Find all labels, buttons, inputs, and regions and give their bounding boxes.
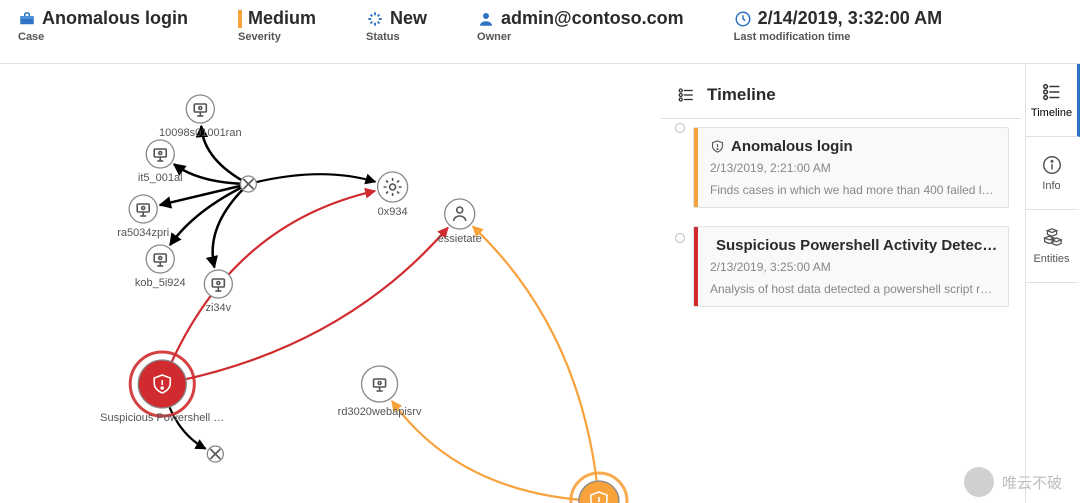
header-status: New Status [366, 8, 427, 43]
alert-date: 2/13/2019, 2:21:00 AM [710, 161, 996, 175]
alert-title: Anomalous login [710, 138, 996, 155]
graph-node-user[interactable] [445, 199, 475, 229]
graph-edge[interactable] [213, 184, 249, 267]
graph-node-host[interactable] [186, 95, 214, 123]
graph-node-expand[interactable] [240, 176, 256, 192]
graph-edge[interactable] [473, 226, 599, 501]
graph-node-label: rd3020webapisrv [338, 406, 422, 418]
timeline-icon [675, 84, 697, 106]
graph-edge[interactable] [160, 184, 249, 205]
entities-icon [1041, 227, 1063, 249]
graph-node-label: 10098s01001ran [159, 127, 242, 139]
timeline-node [675, 233, 685, 243]
case-header: Anomalous login Case Medium Severity New… [0, 0, 1080, 64]
header-owner: admin@contoso.com Owner [477, 8, 684, 43]
header-case: Anomalous login Case [18, 8, 188, 43]
tab-label: Info [1042, 180, 1060, 192]
timeline-icon [1041, 81, 1063, 103]
tab-timeline[interactable]: Timeline [1026, 64, 1080, 137]
header-severity: Medium Severity [238, 8, 316, 43]
alert-title: Suspicious Powershell Activity Detec… [710, 237, 996, 254]
info-icon [1041, 154, 1063, 176]
graph-node-expand[interactable] [207, 446, 223, 462]
shield-alert-icon [710, 139, 725, 154]
alert-date: 2/13/2019, 3:25:00 AM [710, 260, 996, 274]
graph-edge[interactable] [174, 164, 248, 184]
modified-label: Last modification time [734, 31, 942, 43]
severity-value: Medium [248, 8, 316, 29]
case-title: Anomalous login [42, 8, 188, 29]
graph-edge[interactable] [392, 401, 599, 501]
timeline-card[interactable]: Suspicious Powershell Activity Detec… 2/1… [693, 226, 1009, 307]
graph-node-host[interactable] [146, 140, 174, 168]
tab-label: Timeline [1031, 107, 1072, 119]
status-new-icon [366, 10, 384, 28]
graph-node-label: essietate [438, 233, 482, 245]
graph-node-label: Suspicious Powershell … [100, 412, 224, 424]
graph-node-label: ra5034zpri [117, 227, 169, 239]
severity-indicator-icon [238, 10, 242, 28]
graph-node-host[interactable] [146, 245, 174, 273]
graph-node-label: 0x934 [378, 206, 408, 218]
graph-node-host[interactable] [129, 195, 157, 223]
alert-summary: Finds cases in which we had more than 40… [710, 183, 996, 197]
graph-node-host[interactable] [204, 270, 232, 298]
timeline-panel: Timeline Anomalous login 2/13/2019, 2:21:… [661, 72, 1021, 503]
owner-label: Owner [477, 31, 684, 43]
right-rail: Timeline Info Entities [1025, 64, 1080, 503]
graph-node-alert[interactable] [571, 473, 627, 503]
graph-node-label: it5_001al [138, 172, 183, 184]
graph-node-process[interactable] [378, 172, 408, 202]
status-value: New [390, 8, 427, 29]
case-label: Case [18, 31, 188, 43]
briefcase-icon [18, 10, 36, 28]
alert-summary: Analysis of host data detected a powersh… [710, 282, 996, 296]
graph-node-label: kob_5i924 [135, 277, 186, 289]
severity-label: Severity [238, 31, 316, 43]
clock-icon [734, 10, 752, 28]
header-modified: 2/14/2019, 3:32:00 AM Last modification … [734, 8, 942, 43]
graph-edge[interactable] [248, 174, 375, 184]
status-label: Status [366, 31, 427, 43]
person-icon [477, 10, 495, 28]
timeline-node [675, 123, 685, 133]
modified-value: 2/14/2019, 3:32:00 AM [758, 8, 942, 29]
timeline-card[interactable]: Anomalous login 2/13/2019, 2:21:00 AM Find… [693, 127, 1009, 208]
tab-info[interactable]: Info [1026, 137, 1080, 210]
graph-node-alert[interactable] [130, 352, 194, 416]
timeline-title: Timeline [707, 85, 776, 105]
investigation-graph[interactable]: 10098s01001ran it5_001al ra5034zpri kob_5i9… [0, 64, 661, 503]
tab-label: Entities [1033, 253, 1069, 265]
timeline-heading: Timeline [661, 72, 1021, 119]
owner-value: admin@contoso.com [501, 8, 684, 29]
tab-entities[interactable]: Entities [1026, 210, 1080, 283]
graph-node-host[interactable] [362, 366, 398, 402]
graph-node-label: zi34v [205, 302, 231, 314]
